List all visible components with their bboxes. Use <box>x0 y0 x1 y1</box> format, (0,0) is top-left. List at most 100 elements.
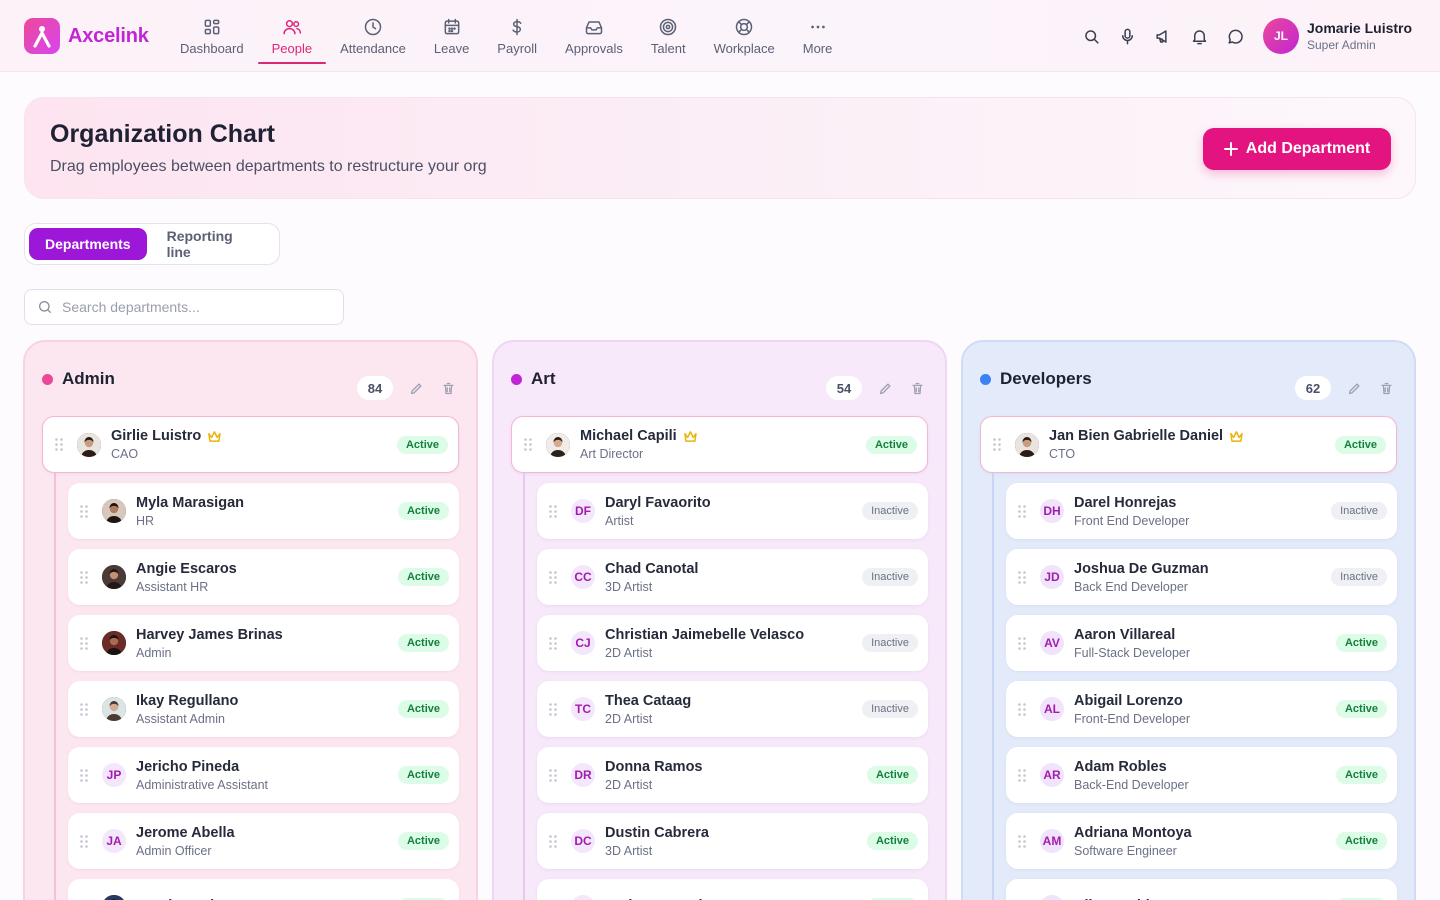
status-badge: Active <box>1335 766 1387 784</box>
axcelink-logo-icon <box>24 18 60 54</box>
nav-more[interactable]: More <box>789 0 847 72</box>
employee-card[interactable]: CC Chad Canotal 3D Artist Inactive <box>537 549 928 605</box>
employee-name: Myla Marasigan <box>136 494 244 511</box>
employee-role: Front-End Developer <box>1074 711 1191 726</box>
employee-card[interactable]: AL Abigail Lorenzo Front-End Developer Acti… <box>1006 681 1397 737</box>
nav-label: Workplace <box>713 40 775 56</box>
employee-card[interactable]: AR Adam Robles Back-End Developer Active <box>1006 747 1397 803</box>
drag-handle-icon[interactable] <box>80 834 90 848</box>
member-count-badge: 84 <box>357 376 393 400</box>
megaphone-icon[interactable] <box>1152 24 1174 48</box>
drag-handle-icon[interactable] <box>1018 702 1028 716</box>
employee-card[interactable]: JP Jericho Pineda Administrative Assistant… <box>68 747 459 803</box>
employee-card[interactable]: DH Darel Honrejas Front End Developer Inact… <box>1006 483 1397 539</box>
drag-handle-icon[interactable] <box>549 570 559 584</box>
drag-handle-icon[interactable] <box>80 702 90 716</box>
employee-card[interactable]: DF Daryl Favaorito Artist Inactive <box>537 483 928 539</box>
employee-name-row: Girlie Luistro <box>111 428 222 444</box>
drag-handle-icon[interactable] <box>80 570 90 584</box>
employee-card[interactable]: DC Dustin Cabrera 3D Artist Active <box>537 813 928 869</box>
employee-info: Daryl Favaorito Artist <box>605 495 711 528</box>
employee-info: Thea Cataag 2D Artist <box>605 693 691 726</box>
employee-name: Adam Robles <box>1074 758 1167 775</box>
employee-card[interactable]: AV Aaron Villareal Full-Stack Developer Act… <box>1006 615 1397 671</box>
nav-payroll[interactable]: Payroll <box>483 0 551 72</box>
drag-handle-icon[interactable] <box>549 504 559 518</box>
employee-card[interactable]: CJ Christian Jaimebelle Velasco 2D Artist I… <box>537 615 928 671</box>
edit-pencil-icon[interactable] <box>876 379 894 397</box>
chat-icon[interactable] <box>1224 24 1246 48</box>
employee-card[interactable]: AVAlbert ValdezActive <box>1006 879 1397 900</box>
employee-card[interactable]: Ikay Regullano Assistant Admin Active <box>68 681 459 737</box>
employee-card[interactable]: DR Donna Ramos 2D Artist Active <box>537 747 928 803</box>
drag-handle-icon[interactable] <box>1018 834 1028 848</box>
employee-card[interactable]: JA Jerome Abella Admin Officer Active <box>68 813 459 869</box>
delete-trash-icon[interactable] <box>439 379 457 397</box>
toggle-reporting-line[interactable]: Reporting line <box>151 228 275 260</box>
drag-handle-icon[interactable] <box>524 438 534 451</box>
nav-attendance[interactable]: Attendance <box>326 0 420 72</box>
drag-handle-icon[interactable] <box>549 702 559 716</box>
edit-pencil-icon[interactable] <box>1345 379 1363 397</box>
user-menu[interactable]: JL Jomarie Luistro Super Admin <box>1263 18 1412 54</box>
employee-info: Myla Marasigan HR <box>136 495 244 528</box>
user-role: Super Admin <box>1307 38 1376 52</box>
delete-trash-icon[interactable] <box>1377 379 1395 397</box>
drag-handle-icon[interactable] <box>80 768 90 782</box>
department-name: Art <box>531 369 556 388</box>
status-badge: Active <box>397 502 449 520</box>
brand-name: Axcelink <box>68 24 149 47</box>
nav-leave[interactable]: Leave <box>420 0 483 72</box>
employee-info: Darel Honrejas Front End Developer <box>1074 495 1189 528</box>
employee-photo-avatar <box>546 432 570 457</box>
drag-handle-icon[interactable] <box>993 438 1003 451</box>
drag-handle-icon[interactable] <box>549 636 559 650</box>
employee-card[interactable]: TC Thea Cataag 2D Artist Inactive <box>537 681 928 737</box>
toggle-departments[interactable]: Departments <box>29 228 147 260</box>
drag-handle-icon[interactable] <box>1018 768 1028 782</box>
drag-handle-icon[interactable] <box>80 504 90 518</box>
department-color-dot <box>980 373 991 385</box>
department-actions: 54 <box>826 376 926 400</box>
microphone-icon[interactable] <box>1116 24 1138 48</box>
employee-name-row: Jerome Abella <box>136 825 235 841</box>
crown-icon <box>1229 430 1244 443</box>
nav-workplace[interactable]: Workplace <box>700 0 789 72</box>
employee-card[interactable]: Harvey James Brinas Admin Active <box>68 615 459 671</box>
employee-info: Christian Jaimebelle Velasco 2D Artist <box>605 627 804 660</box>
employee-card[interactable]: Jessica SalongaActive <box>68 879 459 900</box>
employee-name-row: Joshua De Guzman <box>1074 561 1209 577</box>
employee-card[interactable]: JD Joshua De Guzman Back End Developer Inac… <box>1006 549 1397 605</box>
employee-name: Jerome Abella <box>136 824 235 841</box>
nav-talent[interactable]: Talent <box>637 0 700 72</box>
drag-handle-icon[interactable] <box>1018 504 1028 518</box>
member-count-badge: 62 <box>1295 376 1331 400</box>
drag-handle-icon[interactable] <box>80 636 90 650</box>
add-department-button[interactable]: Add Department <box>1203 128 1391 170</box>
nav-approvals[interactable]: Approvals <box>551 0 637 72</box>
department-head-card[interactable]: Girlie Luistro CAO Active <box>42 416 459 473</box>
drag-handle-icon[interactable] <box>549 768 559 782</box>
drag-handle-icon[interactable] <box>1018 570 1028 584</box>
drag-handle-icon[interactable] <box>549 834 559 848</box>
employee-card[interactable]: Angie Escaros Assistant HR Active <box>68 549 459 605</box>
nav-people[interactable]: People <box>257 0 327 72</box>
search-input[interactable] <box>62 299 322 315</box>
delete-trash-icon[interactable] <box>908 379 926 397</box>
brand[interactable]: Axcelink <box>24 18 149 54</box>
employee-name-row: Dustin Cabrera <box>605 825 709 841</box>
bell-icon[interactable] <box>1188 24 1210 48</box>
nav-dashboard[interactable]: Dashboard <box>166 0 258 72</box>
employee-card[interactable]: AM Adriana Montoya Software Engineer Active <box>1006 813 1397 869</box>
drag-handle-icon[interactable] <box>55 438 65 451</box>
status-badge: Active <box>1334 436 1386 454</box>
employee-card[interactable]: EMEarl ManansalaActive <box>537 879 928 900</box>
employee-card[interactable]: Myla Marasigan HR Active <box>68 483 459 539</box>
drag-handle-icon[interactable] <box>1018 636 1028 650</box>
employee-initials-avatar: DR <box>571 763 595 787</box>
edit-pencil-icon[interactable] <box>407 379 425 397</box>
department-head-card[interactable]: Jan Bien Gabrielle Daniel CTO Active <box>980 416 1397 473</box>
department-head-card[interactable]: Michael Capili Art Director Active <box>511 416 928 473</box>
search-icon[interactable] <box>1080 24 1102 48</box>
employee-photo-avatar <box>102 631 126 655</box>
